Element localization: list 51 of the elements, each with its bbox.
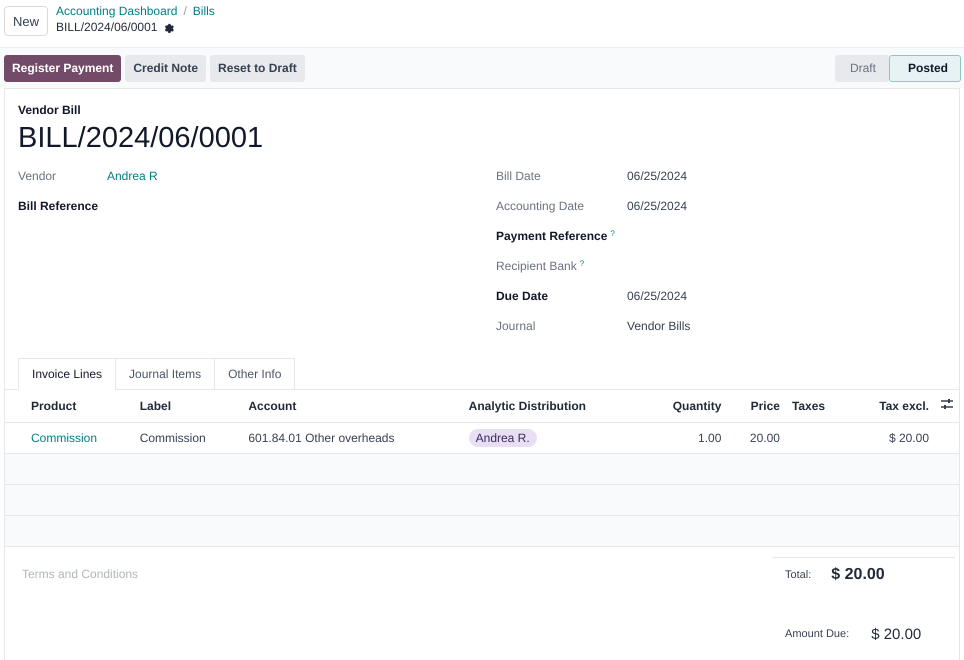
field-label: Vendor — [18, 169, 58, 183]
field-label: Bill Reference — [18, 199, 98, 213]
field-label: Bill Date — [496, 169, 541, 183]
field-value: 06/25/2024 — [627, 289, 688, 303]
column-header[interactable]: Tax excl. — [848, 390, 935, 422]
document-type: Vendor Bill — [18, 103, 82, 117]
table-cell: Commission — [134, 422, 242, 453]
table-cell: $ 20.00 — [848, 422, 935, 453]
action-button[interactable]: Credit Note — [125, 54, 206, 82]
tab[interactable]: Journal Items — [115, 358, 216, 390]
gear-icon[interactable] — [163, 22, 174, 32]
breadcrumb-link[interactable]: Accounting Dashboard — [56, 4, 178, 18]
total-amount: $ 20.00 — [831, 566, 885, 584]
status-step[interactable]: Posted — [888, 54, 961, 82]
tab[interactable]: Other Info — [214, 358, 296, 390]
action-button[interactable]: Reset to Draft — [210, 54, 305, 82]
field-value: Vendor Bills — [627, 319, 690, 333]
product-link[interactable]: Commission — [25, 422, 134, 453]
help-mark[interactable]: ? — [580, 259, 584, 273]
settings-icon[interactable] — [941, 398, 953, 410]
breadcrumb-separator: / — [183, 4, 187, 18]
help-mark[interactable]: ? — [610, 229, 615, 243]
field-label: Accounting Date — [496, 199, 584, 213]
new-button[interactable]: New — [4, 6, 48, 36]
column-header[interactable]: Analytic Distribution — [462, 390, 643, 422]
analytic-tag: Andrea R. — [468, 428, 537, 446]
table-cell: 601.84.01 Other overheads — [242, 422, 463, 453]
field-value: 06/25/2024 — [627, 199, 688, 213]
column-header[interactable]: Account — [242, 390, 463, 422]
record-title: BILL/2024/06/0001 — [56, 20, 158, 34]
field-label: Due Date — [496, 289, 548, 303]
column-header[interactable]: Label — [134, 390, 242, 422]
breadcrumb-link[interactable]: Bills — [192, 4, 215, 18]
field-value: 06/25/2024 — [627, 169, 688, 183]
field-label: Payment Reference — [496, 229, 608, 243]
field-label: Journal — [496, 319, 536, 333]
total-label: Amount Due: — [785, 628, 850, 640]
status-step[interactable]: Draft — [834, 54, 889, 82]
field-label: Recipient Bank — [496, 259, 577, 273]
column-header[interactable]: Taxes — [786, 390, 849, 422]
bill-number: BILL/2024/06/0001 — [18, 122, 264, 155]
total-amount: $ 20.00 — [871, 626, 922, 642]
vendor-link[interactable]: Andrea R — [107, 169, 158, 183]
total-label: Total: — [785, 568, 812, 580]
column-header[interactable]: Product — [25, 390, 134, 422]
column-header[interactable]: Quantity — [642, 390, 728, 422]
tab[interactable]: Invoice Lines — [18, 358, 116, 390]
table-cell: 20.00 — [727, 422, 786, 453]
table-cell: 1.00 — [642, 422, 728, 453]
action-button[interactable]: Register Payment — [4, 54, 122, 82]
column-header[interactable]: Price — [727, 390, 786, 422]
